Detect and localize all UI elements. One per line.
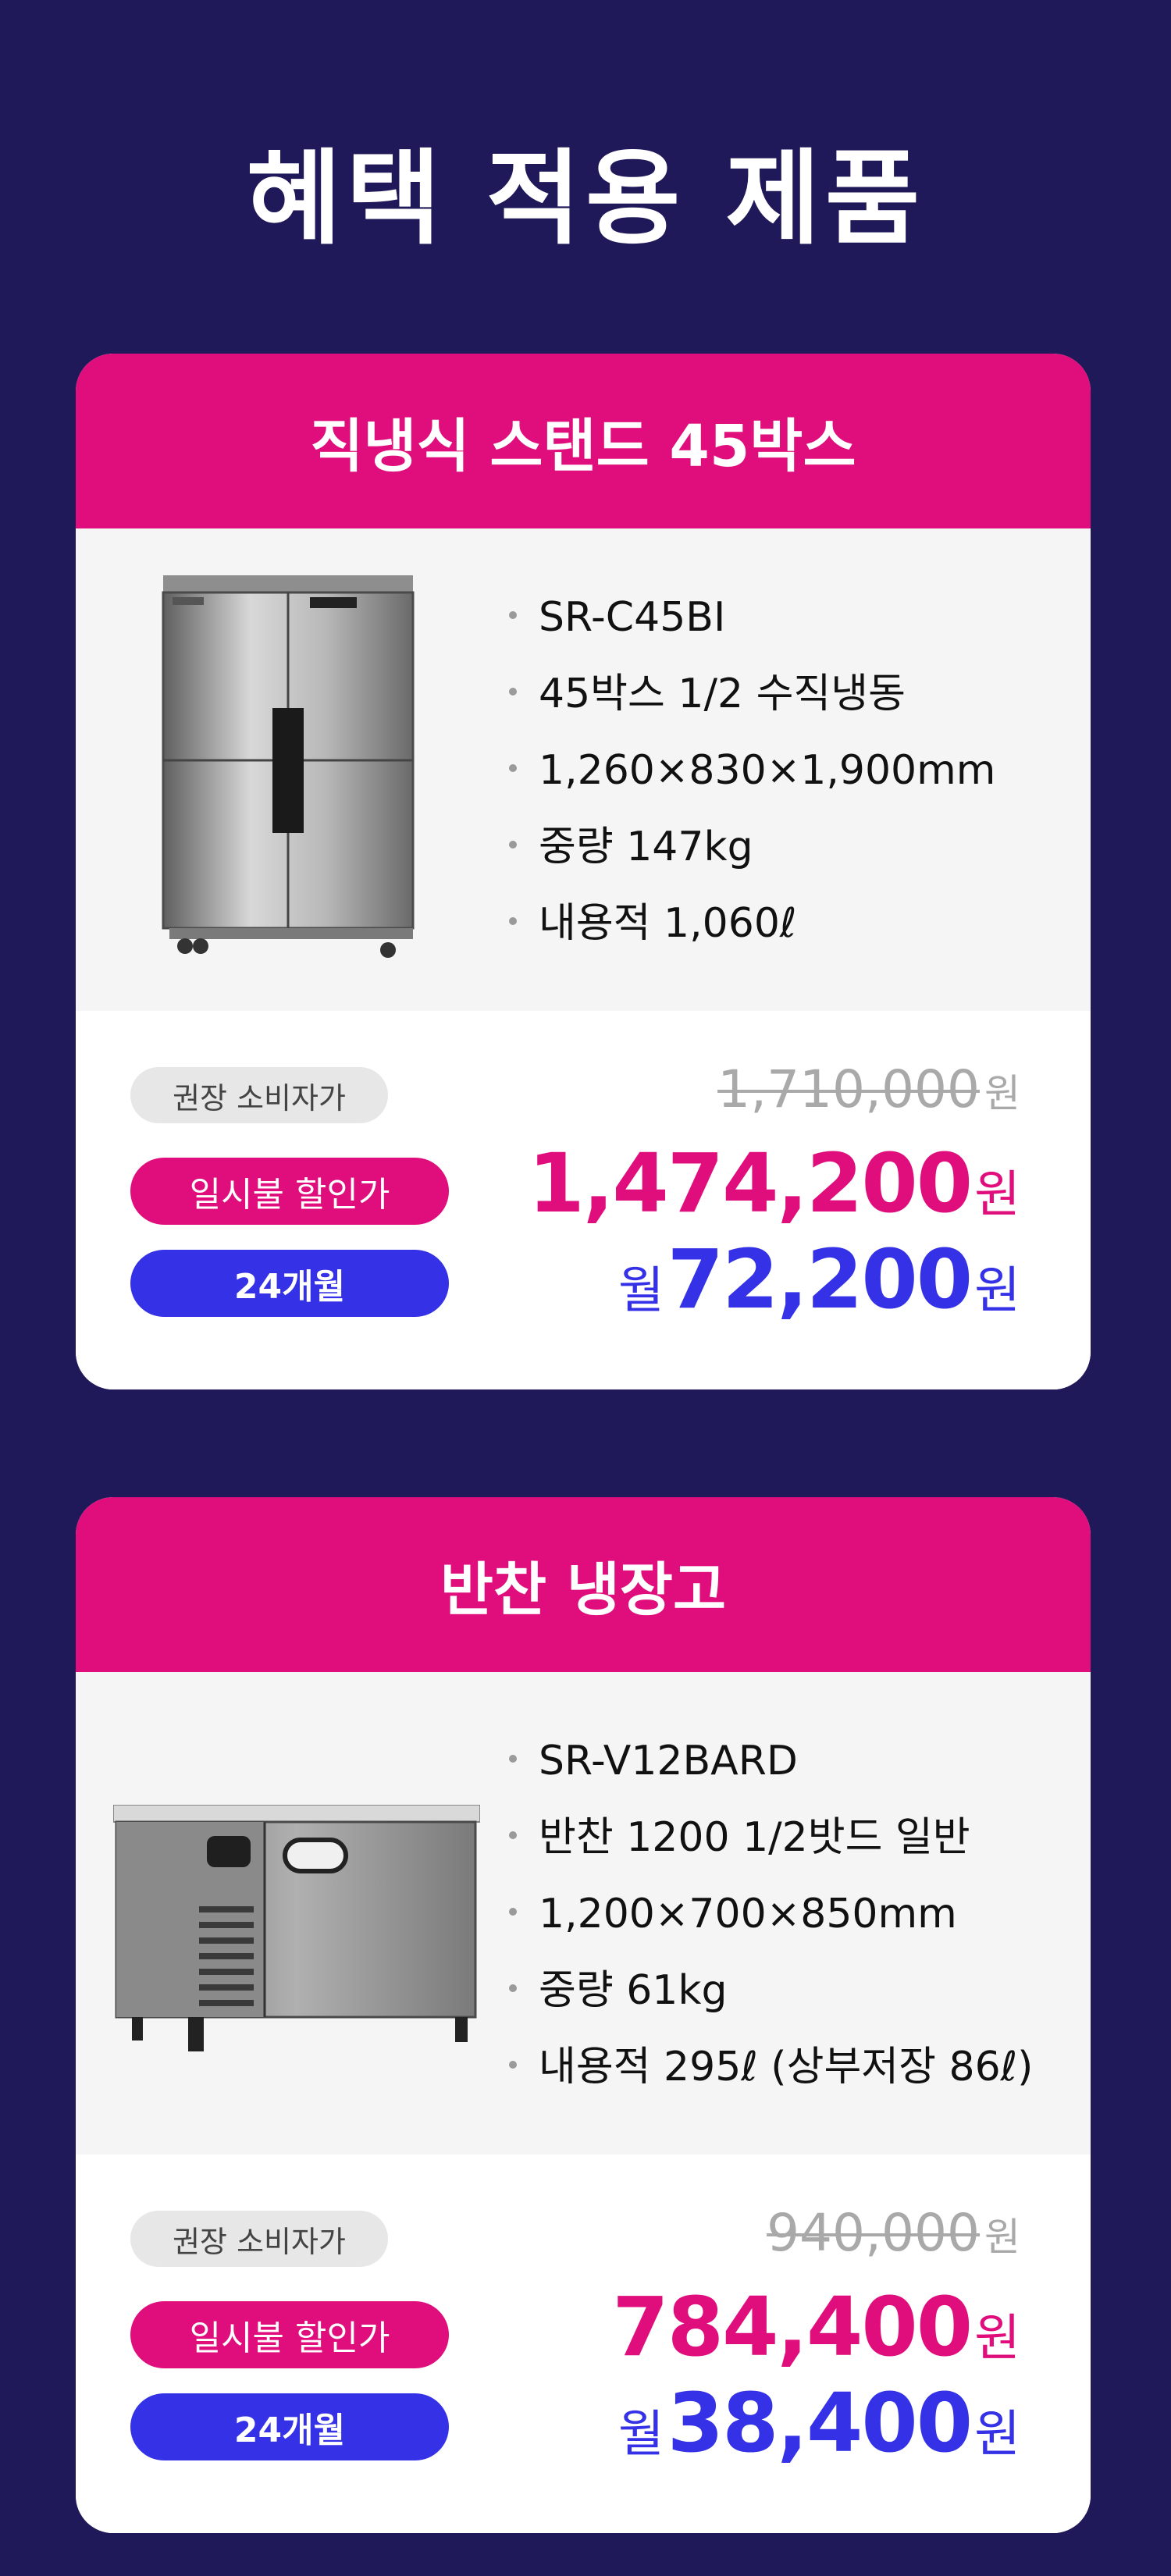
currency-unit: 원 xyxy=(974,2406,1020,2464)
bullet-icon xyxy=(509,917,517,925)
monthly-tag: 24개월 xyxy=(130,1250,449,1317)
msrp-value: 1,710,000 xyxy=(717,1059,980,1119)
spec-item: SR-C45BI xyxy=(509,579,995,656)
product-info: SR-V12BARD 반찬 1200 1/2밧드 일반 1,200×700×85… xyxy=(76,1672,1091,2154)
price-area: 권장 소비자가 일시불 할인가 24개월 1,710,000 원 1,474,2… xyxy=(76,1011,1091,1389)
monthly-prefix: 월 xyxy=(618,1262,664,1320)
bullet-icon xyxy=(509,688,517,696)
product-name: 직냉식 스탠드 45박스 xyxy=(76,354,1091,528)
product-info: SR-C45BI 45박스 1/2 수직냉동 1,260×830×1,900mm… xyxy=(76,528,1091,1011)
msrp-tag: 권장 소비자가 xyxy=(130,1067,388,1123)
bullet-icon xyxy=(509,764,517,772)
bullet-icon xyxy=(509,2061,517,2069)
spec-item: 반찬 1200 1/2밧드 일반 xyxy=(509,1799,1033,1876)
lump-sum-tag: 일시불 할인가 xyxy=(130,2301,449,2368)
bullet-icon xyxy=(509,1984,517,1992)
spec-item: 1,260×830×1,900mm xyxy=(509,732,995,809)
monthly-tag: 24개월 xyxy=(130,2393,449,2460)
price-area: 권장 소비자가 일시불 할인가 24개월 940,000 원 784,400 원… xyxy=(76,2154,1091,2533)
spec-item: 중량 147kg xyxy=(509,809,995,885)
spec-item: 중량 61kg xyxy=(509,1952,1033,2029)
lump-sum-tag: 일시불 할인가 xyxy=(130,1158,449,1225)
side-dish-refrigerator-image xyxy=(113,1805,480,2051)
lump-sum-value: 1,474,200 xyxy=(528,1136,973,1231)
currency-unit: 원 xyxy=(974,2310,1020,2368)
msrp-tag: 권장 소비자가 xyxy=(130,2211,388,2267)
lump-sum-price: 1,474,200 원 xyxy=(529,1136,1020,1231)
spec-item: 내용적 1,060ℓ xyxy=(509,885,995,962)
page-title: 혜택 적용 제품 xyxy=(246,139,925,259)
spec-item: 1,200×700×850mm xyxy=(509,1876,1033,1952)
msrp-value: 940,000 xyxy=(767,2203,980,2263)
monthly-value: 38,400 xyxy=(667,2375,973,2471)
monthly-price: 월 72,200 원 xyxy=(618,1232,1020,1327)
spec-item: SR-V12BARD xyxy=(509,1723,1033,1799)
monthly-prefix: 월 xyxy=(618,2406,664,2464)
spec-list: SR-C45BI 45박스 1/2 수직냉동 1,260×830×1,900mm… xyxy=(509,579,995,962)
bullet-icon xyxy=(509,1831,517,1839)
bullet-icon xyxy=(509,1755,517,1763)
bullet-icon xyxy=(509,1908,517,1916)
bullet-icon xyxy=(509,611,517,619)
currency-unit: 원 xyxy=(974,1262,1020,1320)
product-card: 직냉식 스탠드 45박스 SR-C45BI 45박스 1/2 수직냉동 1,26… xyxy=(76,354,1091,1389)
currency-unit: 원 xyxy=(974,1166,1020,1224)
currency-unit: 원 xyxy=(984,2215,1020,2260)
monthly-value: 72,200 xyxy=(667,1232,973,1327)
lump-sum-value: 784,400 xyxy=(612,2279,973,2375)
spec-item: 45박스 1/2 수직냉동 xyxy=(509,656,995,732)
msrp-price: 1,710,000 원 xyxy=(717,1059,1020,1119)
spec-list: SR-V12BARD 반찬 1200 1/2밧드 일반 1,200×700×85… xyxy=(509,1723,1033,2105)
product-name: 반찬 냉장고 xyxy=(76,1497,1091,1672)
spec-item: 내용적 295ℓ (상부저장 86ℓ) xyxy=(509,2029,1033,2105)
msrp-price: 940,000 원 xyxy=(767,2203,1020,2263)
monthly-price: 월 38,400 원 xyxy=(618,2375,1020,2471)
currency-unit: 원 xyxy=(984,1071,1020,1116)
product-card: 반찬 냉장고 SR-V12BARD 반찬 1200 1/2밧드 일반 1,200… xyxy=(76,1497,1091,2533)
bullet-icon xyxy=(509,841,517,849)
stand-freezer-image xyxy=(162,575,415,958)
lump-sum-price: 784,400 원 xyxy=(612,2279,1020,2375)
